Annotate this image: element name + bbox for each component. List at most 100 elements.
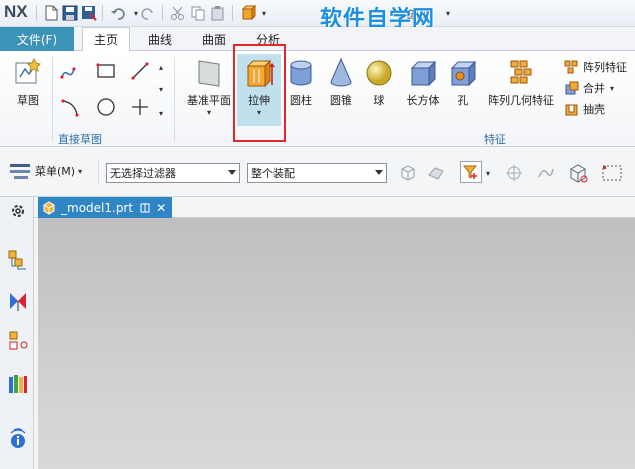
cone-button[interactable]: 圆锥 — [324, 57, 358, 108]
qat-dropdown-icon[interactable]: ▾ — [256, 5, 272, 21]
extrude-quick-icon[interactable] — [240, 5, 256, 21]
group-label-feature: 特征 — [484, 133, 506, 146]
circle-icon[interactable] — [96, 97, 116, 117]
menu-dropdown-icon: ▾ — [78, 166, 83, 176]
pattern-feature-icon — [564, 59, 580, 75]
sketch-label: 草图 — [17, 94, 39, 107]
pattern-geometry-button[interactable]: 阵列几何特征 — [484, 57, 558, 108]
block-icon — [410, 60, 437, 87]
qat-more-dropdown-icon[interactable]: ▾ — [440, 5, 456, 21]
document-tab-bar: _model1.prt ✕ — [34, 197, 635, 218]
block-label: 长方体 — [406, 94, 440, 107]
graphics-window[interactable] — [38, 218, 635, 469]
rectangle-select-icon[interactable] — [600, 161, 624, 185]
toolbar-separator — [162, 5, 163, 21]
extrude-highlight-box — [233, 44, 286, 142]
sphere-icon — [366, 60, 392, 86]
cone-icon — [330, 57, 352, 87]
close-icon[interactable]: ✕ — [156, 201, 166, 215]
ribbon-tabs: 文件(F) 主页 曲线 曲面 分析 — [0, 27, 635, 52]
group-separator — [52, 57, 53, 141]
toolbar-separator — [232, 5, 233, 21]
unite-button[interactable]: 合并 ▾ — [564, 80, 614, 96]
group-label-direct-sketch: 直接草图 — [58, 133, 102, 146]
sketch-icon — [15, 57, 41, 84]
pattern-geometry-label: 阵列几何特征 — [488, 94, 554, 107]
unite-label: 合并 — [583, 82, 605, 95]
select-features-icon[interactable] — [396, 161, 420, 185]
resource-bar — [0, 197, 34, 469]
pattern-geometry-icon — [510, 60, 532, 84]
toolbar-separator — [36, 5, 37, 21]
window-menu-partial[interactable]: 窗口 — [396, 5, 436, 21]
block-button[interactable]: 长方体 — [402, 57, 444, 108]
snap-filter-dropdown-icon[interactable]: ▾ — [486, 169, 490, 178]
document-tab[interactable]: _model1.prt ✕ — [38, 197, 172, 218]
datum-plane-button[interactable]: 基准平面 ▾ — [186, 57, 232, 117]
info-icon[interactable] — [7, 427, 29, 449]
pattern-feature-label: 阵列特征 — [583, 61, 627, 74]
new-file-icon[interactable] — [43, 5, 59, 21]
sphere-button[interactable]: 球 — [364, 57, 394, 108]
tab-file[interactable]: 文件(F) — [0, 27, 74, 51]
profile-icon[interactable] — [60, 61, 80, 81]
shell-icon — [564, 101, 580, 117]
tab-surface[interactable]: 曲面 — [190, 27, 238, 51]
sketch-gallery-more-icon[interactable]: ▾ — [156, 103, 166, 123]
snap-filter-icon[interactable] — [460, 161, 482, 183]
copy-icon[interactable] — [190, 5, 206, 21]
paste-icon[interactable] — [210, 5, 226, 21]
sketch-gallery-down-icon[interactable]: ▾ — [156, 79, 166, 99]
menu-label: 菜单(M) — [35, 165, 76, 178]
chevron-down-icon — [375, 170, 383, 175]
save-all-icon[interactable] — [81, 5, 97, 21]
sphere-label: 球 — [373, 94, 385, 107]
datum-plane-dropdown-icon[interactable]: ▾ — [207, 108, 211, 117]
save-icon[interactable] — [62, 5, 78, 21]
selection-filter-value: 无选择过滤器 — [110, 167, 176, 180]
cylinder-label: 圆柱 — [290, 94, 312, 107]
assembly-scope-select[interactable]: 整个装配 — [247, 163, 387, 183]
cut-icon[interactable] — [170, 5, 186, 21]
datum-plane-icon — [198, 60, 220, 87]
nx-logo: NX — [4, 2, 28, 21]
select-faces-icon[interactable] — [424, 161, 448, 185]
pattern-feature-button[interactable]: 阵列特征 — [564, 59, 627, 75]
line-icon[interactable] — [130, 61, 150, 81]
shell-label: 抽壳 — [583, 103, 605, 116]
hole-icon — [450, 60, 477, 87]
shell-button[interactable]: 抽壳 — [564, 101, 605, 117]
arc-icon[interactable] — [60, 97, 80, 117]
curve-rule-icon[interactable] — [502, 161, 526, 185]
rectangle-icon[interactable] — [96, 61, 116, 81]
pin-icon[interactable] — [140, 202, 151, 213]
point-icon[interactable] — [130, 97, 150, 117]
tab-curve[interactable]: 曲线 — [136, 27, 184, 51]
cube-select-icon[interactable] — [566, 161, 590, 185]
assembly-navigator-icon[interactable] — [7, 290, 29, 312]
part-navigator-icon[interactable] — [7, 249, 29, 271]
cylinder-icon — [290, 60, 312, 86]
selection-filter-select[interactable]: 无选择过滤器 — [106, 163, 240, 183]
tab-home[interactable]: 主页 — [82, 27, 130, 52]
menu-icon — [10, 164, 30, 179]
redo-icon[interactable] — [140, 5, 156, 21]
document-tab-label: _model1.prt — [61, 200, 134, 215]
follow-curve-icon[interactable] — [534, 161, 558, 185]
hole-label: 孔 — [457, 94, 469, 107]
hole-button[interactable]: 孔 — [448, 57, 478, 108]
cylinder-button[interactable]: 圆柱 — [284, 57, 318, 108]
toolbar-separator — [98, 159, 99, 185]
reuse-library-icon[interactable] — [7, 373, 29, 395]
constraint-navigator-icon[interactable] — [7, 330, 29, 352]
unite-dropdown-icon[interactable]: ▾ — [610, 84, 614, 93]
undo-icon[interactable] — [110, 5, 126, 21]
gear-icon[interactable] — [7, 200, 29, 222]
unite-icon — [564, 80, 580, 96]
sketch-button[interactable]: 草图 — [10, 57, 46, 108]
sketch-gallery-up-icon[interactable]: ▴ — [156, 57, 166, 77]
menu-button[interactable]: 菜单(M) ▾ — [8, 161, 82, 181]
quick-access-toolbar: NX ▾ ▾ 窗口 ▾ — [0, 0, 635, 27]
chevron-down-icon — [228, 170, 236, 175]
group-separator — [174, 57, 175, 141]
